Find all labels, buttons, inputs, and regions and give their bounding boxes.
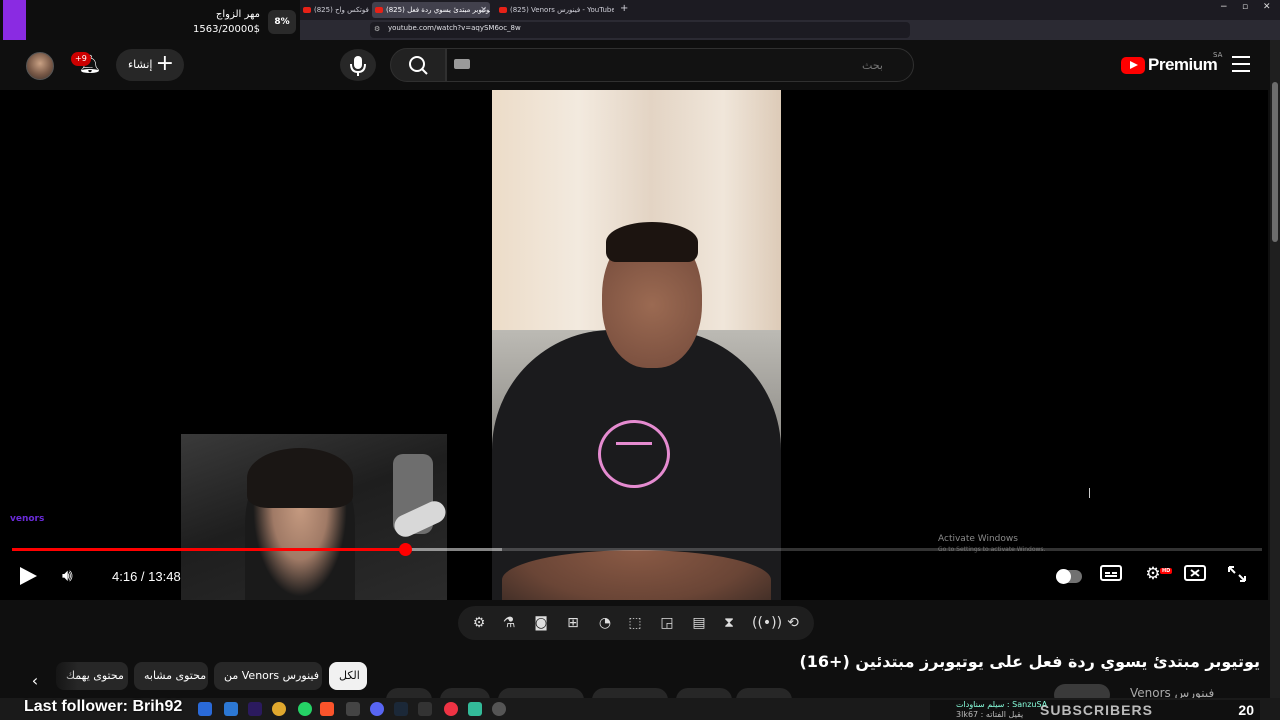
top-donor: سيلم سناودات : SanzuSA [956, 700, 1048, 709]
speed-gauge-icon[interactable]: ◔ [596, 614, 614, 632]
progress-bar[interactable] [12, 543, 1262, 556]
avatar[interactable] [26, 52, 54, 80]
taskbar-app-icon[interactable] [468, 702, 482, 716]
volume-icon[interactable]: 🔊︎ [62, 566, 86, 588]
video-content [492, 90, 781, 600]
subscribers-count: 20 [1238, 702, 1254, 718]
create-button[interactable]: إنشاء + [116, 49, 184, 81]
stream-goal-widget: مهر الزواج 1563/20000$ 8% [0, 0, 300, 44]
picture-in-picture-icon[interactable]: ◲ [658, 614, 676, 632]
crop-frame-icon[interactable]: ⬚ [626, 614, 644, 632]
address-bar[interactable]: ⚙ youtube.com/watch?v=aqySM6oc_8w [370, 22, 910, 38]
browser-tab-active[interactable]: (825) يوتيوبر مبتدئ يسوي ردة فعل ✕ [372, 2, 490, 18]
subtitles-button[interactable] [1098, 564, 1124, 590]
premiere-icon[interactable] [248, 702, 262, 716]
microphone-icon [350, 56, 366, 76]
maximize-icon[interactable]: ▫ [1242, 2, 1248, 12]
taskbar-app-icon[interactable] [492, 702, 506, 716]
plus-icon: + [155, 51, 174, 76]
scrollbar-thumb[interactable] [1272, 82, 1278, 242]
subscribers-label: SUBSCRIBERS [1040, 702, 1153, 718]
voice-search-button[interactable] [340, 49, 376, 81]
video-player[interactable]: venors Activate Windows Go to Settings t… [0, 90, 1268, 600]
goal-title: مهر الزواج [215, 9, 260, 20]
subscriber-goal-widget: سيلم سناودات : SanzuSA 3lk67 : يقيل الفت… [930, 700, 1260, 720]
text-cursor-icon [1089, 488, 1090, 498]
obs-icon[interactable] [444, 702, 458, 716]
youtube-play-logo-icon [1121, 57, 1145, 74]
brand-tag: venors [10, 514, 45, 524]
facecam-overlay [181, 434, 447, 600]
hoodie-print [598, 420, 670, 488]
new-tab-icon[interactable]: + [620, 3, 628, 14]
youtube-favicon-icon [499, 7, 507, 13]
progress-played [12, 548, 406, 551]
chip-fade [48, 660, 78, 692]
youtube-favicon-icon [375, 7, 383, 13]
discord-icon[interactable] [370, 702, 384, 716]
youtube-header: 🔔︎ +9 إنشاء + Premium SA [0, 40, 1268, 90]
whatsapp-icon[interactable] [298, 702, 312, 716]
notification-badge: +9 [71, 52, 91, 66]
goal-progress-bar [3, 0, 26, 44]
extension-toolbar: ⚙ ⚗ ◙ ⊞ ◔ ⬚ ◲ ▤ ⧗ ((•)) ⟲ [458, 606, 814, 640]
fullscreen-icon [1228, 566, 1246, 582]
activate-windows-text: Activate Windows [938, 534, 1018, 544]
chip-related[interactable]: محتوى مشابه [134, 662, 208, 690]
page-scrollbar[interactable] [1270, 40, 1280, 698]
search-button[interactable] [390, 48, 446, 82]
url-text: youtube.com/watch?v=aqySM6oc_8w [388, 24, 521, 32]
keyboard-icon[interactable] [454, 59, 470, 69]
clapperboard-icon[interactable]: ▤ [690, 614, 708, 632]
flask-icon[interactable]: ⚗ [500, 614, 518, 632]
screenshot-camera-icon[interactable]: ◙ [532, 614, 550, 632]
youtube-favicon-icon [303, 7, 311, 13]
settings-gear-icon[interactable]: ⚙ [470, 614, 488, 632]
browser-tab[interactable]: (825) Venors فينورس - YouTube [496, 2, 614, 18]
video-title: يوتيوبر مبتدئ يسوي ردة فعل على يوتيوبرز … [799, 652, 1260, 671]
loop-icon[interactable]: ⟲ [784, 614, 802, 632]
hd-badge: HD [1160, 568, 1173, 574]
site-info-icon[interactable]: ⚙ [374, 25, 380, 33]
brave-icon[interactable] [320, 702, 334, 716]
last-follower-overlay: Last follower: Brih92 [24, 698, 183, 715]
add-frame-icon[interactable]: ⊞ [564, 614, 582, 632]
play-button[interactable] [20, 567, 37, 585]
menu-icon[interactable] [1232, 56, 1250, 72]
goal-line: 3lk67 : يقيل الفتاته [956, 710, 1024, 719]
capcut-icon[interactable] [418, 702, 432, 716]
chip-from-channel[interactable]: من Venors فينورس [214, 662, 322, 690]
chrome-icon[interactable] [272, 702, 286, 716]
edge-icon[interactable] [198, 702, 212, 716]
time-display: 4:16 / 13:48 [112, 569, 181, 584]
minimize-icon[interactable]: − [1220, 2, 1228, 12]
subtitles-icon [1100, 565, 1122, 581]
broadcast-icon[interactable]: ((•)) [752, 614, 782, 632]
search-icon [409, 56, 428, 75]
watch-later-icon[interactable]: ⧗ [720, 614, 738, 632]
goal-amount: 1563/20000$ [193, 24, 260, 35]
gear-icon: ⚙ [1145, 564, 1161, 584]
close-window-icon[interactable]: ✕ [1263, 2, 1271, 12]
taskbar-app-icon[interactable] [346, 702, 360, 716]
close-tab-icon[interactable]: ✕ [480, 2, 487, 18]
chevron-left-icon[interactable]: ‹ [22, 668, 48, 694]
miniplayer-icon [1184, 565, 1206, 581]
fullscreen-button[interactable] [1224, 564, 1250, 590]
steam-icon[interactable] [394, 702, 408, 716]
autoplay-toggle[interactable] [1056, 569, 1082, 584]
miniplayer-button[interactable] [1182, 564, 1208, 590]
browser-tab[interactable]: (825) عروض فوتكس واح [300, 2, 370, 18]
search-input[interactable] [446, 48, 914, 82]
store-icon[interactable] [224, 702, 238, 716]
goal-percent: 8% [268, 10, 296, 34]
chip-all[interactable]: الكل [329, 662, 367, 690]
